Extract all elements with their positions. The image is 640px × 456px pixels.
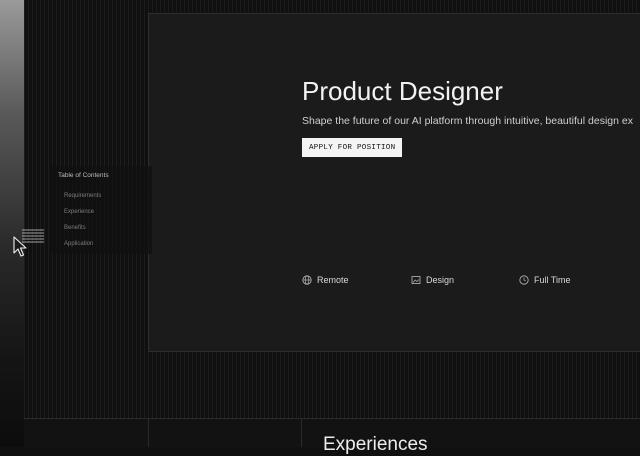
divider [148, 418, 149, 447]
meta-department: Design [411, 275, 454, 285]
toc-item-experience[interactable]: Experience [64, 209, 94, 215]
hero-panel [148, 13, 640, 352]
toc-item-application[interactable]: Application [64, 241, 93, 247]
meta-type: Full Time [519, 275, 571, 285]
page-title: Product Designer [302, 76, 503, 106]
globe-icon [302, 275, 312, 285]
clock-icon [519, 275, 529, 285]
mouse-cursor-icon [13, 236, 27, 257]
meta-location: Remote [302, 275, 349, 285]
left-gradient-strip [0, 0, 24, 447]
meta-location-label: Remote [317, 275, 349, 285]
hero-subtitle: Shape the future of our AI platform thro… [302, 115, 633, 127]
toc-title: Table of Contents [58, 172, 109, 179]
image-icon [411, 276, 421, 284]
divider [301, 418, 302, 447]
apply-button[interactable]: APPLY FOR POSITION [302, 138, 403, 157]
toc-item-requirements[interactable]: Requirements [64, 193, 101, 199]
section-heading-experiences: Experiences [323, 434, 428, 455]
meta-department-label: Design [426, 275, 455, 285]
toc-item-benefits[interactable]: Benefits [64, 225, 86, 231]
meta-type-label: Full Time [534, 275, 571, 285]
table-of-contents: Table of Contents Requirements Experienc… [52, 166, 152, 254]
